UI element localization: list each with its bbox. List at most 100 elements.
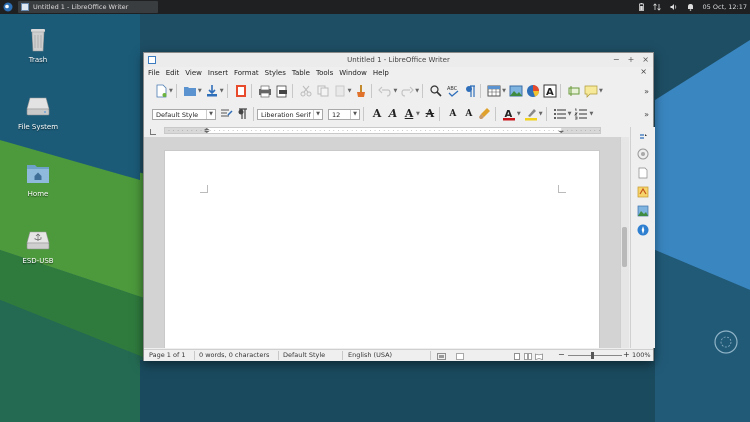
desktop-icon-home[interactable]: Home: [8, 160, 68, 198]
font-name-select[interactable]: Liberation Serif ▼: [257, 108, 323, 120]
sidebar-settings-icon[interactable]: [639, 133, 647, 141]
font-color-icon[interactable]: A: [502, 107, 516, 121]
subscript-icon[interactable]: A: [463, 108, 475, 120]
desktop-icon-usb[interactable]: ESD-USB: [8, 227, 68, 265]
zoom-in-icon[interactable]: +: [623, 350, 630, 359]
whisker-menu-icon[interactable]: [3, 2, 13, 12]
maximize-icon[interactable]: +: [628, 53, 635, 67]
tab-stop-selector[interactable]: [150, 129, 156, 135]
chevron-down-icon[interactable]: ▼: [502, 88, 506, 94]
print-icon[interactable]: [258, 84, 272, 98]
italic-icon[interactable]: A: [387, 108, 399, 120]
toolbar-overflow-icon[interactable]: »: [644, 110, 649, 119]
paragraph-style-select[interactable]: Default Style ▼: [152, 108, 216, 120]
document-page[interactable]: [164, 150, 600, 348]
taskbar-window-button[interactable]: Untitled 1 - LibreOffice Writer: [18, 1, 158, 13]
multi-page-view-icon[interactable]: [524, 352, 532, 361]
formatting-marks-icon[interactable]: [463, 84, 477, 98]
save-icon[interactable]: [205, 84, 219, 98]
zoom-level[interactable]: 100%: [632, 351, 651, 360]
menu-tools[interactable]: Tools: [316, 69, 333, 77]
window-titlebar[interactable]: Untitled 1 - LibreOffice Writer − + ×: [144, 53, 653, 67]
menu-table[interactable]: Table: [292, 69, 310, 77]
horizontal-ruler[interactable]: [164, 127, 601, 134]
menu-insert[interactable]: Insert: [208, 69, 228, 77]
menu-format[interactable]: Format: [234, 69, 259, 77]
chevron-down-icon[interactable]: ▼: [350, 109, 359, 119]
new-style-icon[interactable]: [236, 107, 250, 121]
book-view-icon[interactable]: [535, 352, 543, 361]
network-icon[interactable]: [652, 3, 661, 11]
scrollbar-thumb[interactable]: [622, 227, 627, 267]
chevron-down-icon[interactable]: ▼: [206, 109, 215, 119]
clone-formatting-icon[interactable]: [354, 84, 368, 98]
highlight-color-icon[interactable]: [524, 107, 538, 121]
menu-view[interactable]: View: [185, 69, 202, 77]
menu-edit[interactable]: Edit: [166, 69, 180, 77]
insert-text-box-icon[interactable]: A: [543, 84, 557, 98]
underline-icon[interactable]: A: [403, 108, 415, 120]
navigator-icon[interactable]: [637, 224, 649, 236]
new-document-icon[interactable]: [154, 84, 168, 98]
desktop-icon-filesystem[interactable]: File System: [8, 93, 68, 131]
status-divider: [194, 351, 195, 360]
insert-field-icon[interactable]: [567, 84, 581, 98]
numbered-list-icon[interactable]: [574, 107, 588, 121]
open-folder-icon[interactable]: [183, 84, 197, 98]
text-language[interactable]: English (USA): [348, 351, 392, 360]
chevron-down-icon[interactable]: ▼: [539, 111, 543, 117]
bold-icon[interactable]: A: [371, 108, 383, 120]
page-icon[interactable]: [637, 167, 649, 179]
close-document-icon[interactable]: ×: [640, 67, 647, 76]
chevron-down-icon[interactable]: ▼: [198, 88, 202, 94]
zoom-out-icon[interactable]: −: [558, 350, 565, 359]
find-replace-icon[interactable]: [429, 84, 443, 98]
chevron-down-icon[interactable]: ▼: [589, 111, 593, 117]
insert-chart-icon[interactable]: [526, 84, 540, 98]
vertical-scrollbar[interactable]: [620, 137, 629, 348]
gallery-icon[interactable]: [637, 205, 649, 217]
chevron-down-icon[interactable]: ▼: [599, 88, 603, 94]
properties-icon[interactable]: [637, 148, 649, 160]
chevron-down-icon[interactable]: ▼: [517, 111, 521, 117]
page-count[interactable]: Page 1 of 1: [149, 351, 185, 360]
minimize-icon[interactable]: −: [613, 53, 620, 67]
page-style[interactable]: Default Style: [283, 351, 325, 360]
menu-help[interactable]: Help: [373, 69, 389, 77]
notifications-icon[interactable]: [687, 3, 694, 11]
styles-icon[interactable]: [637, 186, 649, 198]
volume-icon[interactable]: [670, 3, 678, 11]
clock[interactable]: 05 Oct, 12:17: [703, 3, 747, 11]
export-pdf-icon[interactable]: [234, 84, 248, 98]
insert-comment-icon[interactable]: [584, 84, 598, 98]
bullet-list-icon[interactable]: [553, 107, 567, 121]
insert-image-icon[interactable]: [509, 84, 523, 98]
strikethrough-icon[interactable]: A: [424, 108, 436, 120]
menu-styles[interactable]: Styles: [265, 69, 286, 77]
clear-formatting-icon[interactable]: [478, 107, 492, 121]
spelling-icon[interactable]: ABC: [446, 84, 460, 98]
battery-icon[interactable]: [638, 3, 644, 11]
document-canvas[interactable]: [144, 137, 629, 348]
chevron-down-icon[interactable]: ▼: [416, 111, 420, 117]
close-icon[interactable]: ×: [642, 53, 649, 67]
superscript-icon[interactable]: A: [447, 108, 459, 120]
chevron-down-icon[interactable]: ▼: [568, 111, 572, 117]
chevron-down-icon[interactable]: ▼: [220, 88, 224, 94]
chevron-down-icon[interactable]: ▼: [169, 88, 173, 94]
document-modified-icon[interactable]: [456, 352, 464, 361]
word-count[interactable]: 0 words, 0 characters: [199, 351, 269, 360]
menu-file[interactable]: File: [148, 69, 160, 77]
font-size-select[interactable]: 12 ▼: [328, 108, 360, 120]
single-page-view-icon[interactable]: [513, 352, 521, 361]
toolbar-overflow-icon[interactable]: »: [644, 87, 649, 96]
insert-table-icon[interactable]: [487, 84, 501, 98]
menu-window[interactable]: Window: [339, 69, 367, 77]
zoom-slider[interactable]: [568, 355, 622, 356]
update-style-icon[interactable]: [219, 107, 233, 121]
print-preview-icon[interactable]: [275, 84, 289, 98]
insert-mode-icon[interactable]: [437, 352, 446, 361]
chevron-down-icon[interactable]: ▼: [313, 109, 322, 119]
desktop-icon-trash[interactable]: Trash: [8, 26, 68, 64]
zoom-slider-handle[interactable]: [591, 352, 594, 359]
